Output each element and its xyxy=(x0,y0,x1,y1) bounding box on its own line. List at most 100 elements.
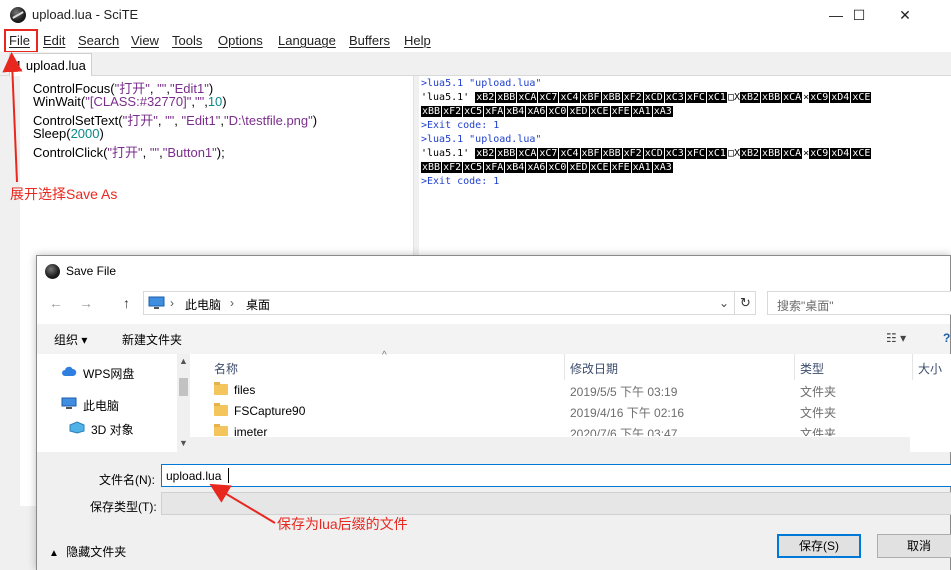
nav-item-label: 此电脑 xyxy=(83,397,119,414)
scroll-up-icon[interactable]: ▲ xyxy=(179,356,188,366)
file-row-fscapture90[interactable]: FSCapture90 2019/4/16 下午 02:16 文件夹 xyxy=(190,401,951,422)
tab-upload-lua[interactable]: 1 upload.lua xyxy=(9,53,92,76)
address-dropdown-icon[interactable]: ⌄ xyxy=(719,296,729,310)
output-error-line-cont: xBB xF2 xC5 xFA xB4 xA6 xC0 xED xCE xFE xA1 xA3 xyxy=(421,106,674,117)
garbled-byte: xC1 xyxy=(707,92,727,103)
menu-view[interactable]: View xyxy=(131,33,159,48)
garbled-byte: xBB xyxy=(496,148,516,159)
save-button[interactable]: 保存(S) xyxy=(777,534,861,558)
garbled-byte: xCE xyxy=(851,148,871,159)
code-line: Sleep(2000) xyxy=(33,126,104,141)
garbled-byte: xFE xyxy=(611,106,631,117)
output-error-line: 'lua5.1' xB2 xBB xCA xC7 xC4 xBF xBB xF2 xCD xC… xyxy=(421,92,872,103)
garbled-byte: xED xyxy=(568,106,588,117)
breadcrumb-desktop[interactable]: 桌面 xyxy=(246,296,270,313)
view-options-icon[interactable]: ☷ ▾ xyxy=(886,331,906,345)
nav-pane-scrollbar[interactable]: ▲ ▼ xyxy=(177,354,190,452)
garbled-byte: xFE xyxy=(611,162,631,173)
menu-tools[interactable]: Tools xyxy=(172,33,202,48)
window-title: upload.lua - SciTE xyxy=(32,7,138,22)
code-line: WinWait("[CLASS:#32770]","",10) xyxy=(33,94,227,109)
text-caret xyxy=(228,468,229,483)
garbled-byte: xB2 xyxy=(475,92,495,103)
save-file-dialog: Save File ← → ↑ › 此电脑 › 桌面 ⌄ ↻ 搜索"桌面" 组织… xyxy=(36,255,951,570)
column-divider[interactable] xyxy=(794,354,795,380)
navigation-pane: WPS网盘 此电脑 3D 对象 下载 xyxy=(37,354,190,454)
file-date: 2020/7/6 下午 03:47 xyxy=(570,425,677,436)
garbled-byte: xFC xyxy=(686,148,706,159)
organize-button[interactable]: 组织 ▾ xyxy=(54,331,87,348)
refresh-icon[interactable]: ↻ xyxy=(734,292,756,314)
garbled-byte: xF2 xyxy=(442,162,462,173)
garbled-byte: xC5 xyxy=(463,106,483,117)
garbled-byte: xBB xyxy=(602,92,622,103)
file-type: 文件夹 xyxy=(800,383,836,400)
new-folder-button[interactable]: 新建文件夹 xyxy=(122,331,182,348)
garbled-byte: xCE xyxy=(590,106,610,117)
garbled-byte: xBB xyxy=(602,148,622,159)
garbled-byte: xB4 xyxy=(505,162,525,173)
garbled-byte: xFC xyxy=(686,92,706,103)
hide-folders-toggle[interactable]: ▲ 隐藏文件夹 xyxy=(49,543,126,560)
up-arrow-icon[interactable]: ↑ xyxy=(123,295,130,311)
garbled-byte: xC0 xyxy=(547,106,567,117)
annotation-expand-save-as: 展开选择Save As xyxy=(10,184,117,204)
sort-ascending-icon: ^ xyxy=(382,350,387,361)
annotation-save-as-lua: 保存为lua后缀的文件 xyxy=(277,514,408,534)
chevron-up-icon: ▲ xyxy=(49,548,59,559)
maximize-button[interactable]: ☐ xyxy=(836,0,882,30)
garbled-text: □X xyxy=(728,92,740,103)
address-bar[interactable]: › 此电脑 › 桌面 ⌄ xyxy=(143,291,756,315)
column-header-type[interactable]: 类型 xyxy=(800,360,824,377)
garbled-byte: xA3 xyxy=(653,162,673,173)
garbled-byte: xFA xyxy=(484,162,504,173)
column-header-name[interactable]: 名称 xyxy=(214,360,238,377)
menu-search[interactable]: Search xyxy=(78,33,119,48)
garbled-byte: xB2 xyxy=(475,148,495,159)
output-error-line: 'lua5.1' xB2 xBB xCA xC7 xC4 xBF xBB xF2 xCD xC… xyxy=(421,148,872,159)
breadcrumb-this-pc[interactable]: 此电脑 xyxy=(185,296,221,313)
search-input[interactable]: 搜索"桌面" xyxy=(767,291,951,315)
column-divider[interactable] xyxy=(564,354,565,380)
file-list-horizontal-scrollbar[interactable] xyxy=(190,437,910,452)
forward-arrow-icon[interactable]: → xyxy=(79,295,93,311)
menu-edit[interactable]: Edit xyxy=(43,33,65,48)
back-arrow-icon[interactable]: ← xyxy=(49,295,63,311)
menu-help[interactable]: Help xyxy=(404,33,431,48)
output-exit-code: >Exit code: 1 xyxy=(421,120,499,131)
column-divider[interactable] xyxy=(912,354,913,380)
file-row-files[interactable]: files 2019/5/5 下午 03:19 文件夹 xyxy=(190,380,951,401)
breadcrumb-separator: › xyxy=(170,296,174,310)
search-placeholder: 搜索"桌面" xyxy=(777,297,834,314)
save-type-select[interactable] xyxy=(161,492,951,515)
garbled-byte: xC9 xyxy=(809,92,829,103)
scrollbar-thumb[interactable] xyxy=(179,378,188,396)
column-header-modified[interactable]: 修改日期 xyxy=(570,360,618,377)
garbled-byte: xF2 xyxy=(442,106,462,117)
folder-icon xyxy=(214,384,228,395)
cancel-button[interactable]: 取消 xyxy=(877,534,951,558)
garbled-byte: xC9 xyxy=(809,148,829,159)
file-row-jmeter[interactable]: jmeter 2020/7/6 下午 03:47 文件夹 xyxy=(190,422,951,436)
garbled-byte: xBB xyxy=(761,92,781,103)
title-bar: upload.lua - SciTE — ☐ ✕ xyxy=(0,0,951,30)
filename-input[interactable]: upload.lua xyxy=(161,464,951,487)
menu-options[interactable]: Options xyxy=(218,33,263,48)
column-header-size[interactable]: 大小 xyxy=(918,360,942,377)
help-icon[interactable]: ? xyxy=(943,331,950,345)
menu-language[interactable]: Language xyxy=(278,33,336,48)
breadcrumb-separator: › xyxy=(230,296,234,310)
menu-buffers[interactable]: Buffers xyxy=(349,33,390,48)
garbled-byte: xBB xyxy=(421,162,441,173)
garbled-byte: xF2 xyxy=(623,148,643,159)
scroll-down-icon[interactable]: ▼ xyxy=(179,438,188,448)
file-name: jmeter xyxy=(234,425,267,436)
menu-bar: File Edit Search View Tools Options Lang… xyxy=(0,30,951,52)
garbled-byte: xCA xyxy=(517,92,537,103)
garbled-byte: xA3 xyxy=(653,106,673,117)
close-button[interactable]: ✕ xyxy=(882,0,928,30)
garbled-byte: xC5 xyxy=(463,162,483,173)
dialog-toolbar: 组织 ▾ 新建文件夹 ☷ ▾ ? xyxy=(37,324,950,354)
garbled-byte: xBF xyxy=(581,148,601,159)
filename-label: 文件名(N): xyxy=(99,471,155,488)
